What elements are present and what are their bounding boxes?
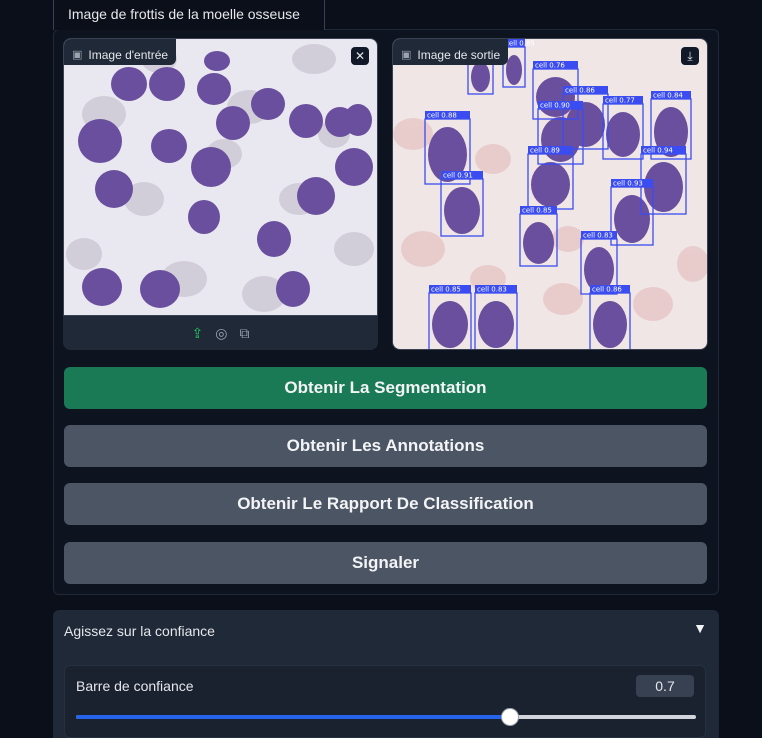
slider-track[interactable] xyxy=(76,708,696,726)
detection-label: cell 0.83 xyxy=(477,286,507,294)
detection-label: cell 0.86 xyxy=(592,286,622,294)
cell-nucleus xyxy=(506,55,522,85)
cell-nucleus xyxy=(444,187,480,234)
detection-label: cell 0.85 xyxy=(505,40,535,48)
upload-icon[interactable]: ⇪ xyxy=(192,325,204,342)
detection-label: cell 0.90 xyxy=(540,102,570,110)
detection-label: cell 0.83 xyxy=(583,232,613,240)
detection-label: cell 0.85 xyxy=(522,207,552,215)
detection-label: cell 0.94 xyxy=(643,147,673,155)
download-icon[interactable]: ⤓ xyxy=(681,47,699,65)
output-image-label-text: Image de sortie xyxy=(417,47,501,62)
cell-nucleus xyxy=(432,301,468,348)
detection-label: cell 0.77 xyxy=(605,97,635,105)
clipboard-icon[interactable]: ⧉ xyxy=(239,325,249,342)
cell-nucleus xyxy=(536,77,575,117)
output-image-picture: cell 0.85cell 0.92cell 0.76cell 0.86cell… xyxy=(393,39,707,349)
image-icon: ▣ xyxy=(72,49,83,61)
slider-thumb[interactable] xyxy=(501,708,519,726)
cell-nucleus xyxy=(541,117,580,162)
webcam-icon[interactable]: ◎ xyxy=(215,325,227,342)
cell-nucleus xyxy=(471,62,490,92)
input-image-picture xyxy=(64,39,377,319)
input-image-label: ▣ Image d'entrée xyxy=(64,39,177,65)
detection-label: cell 0.85 xyxy=(431,286,461,294)
detection-label: cell 0.89 xyxy=(530,147,560,155)
slider-label: Barre de confiance xyxy=(76,678,194,694)
segmentation-button[interactable]: Obtenir La Segmentation xyxy=(64,367,707,409)
detection-label: cell 0.93 xyxy=(613,180,643,188)
confidence-slider-box: Barre de confiance 0.7 xyxy=(64,665,706,738)
tab-label: Image de frottis de la moelle osseuse xyxy=(68,6,300,22)
annotations-button[interactable]: Obtenir Les Annotations xyxy=(64,425,707,467)
output-image-label: ▣ Image de sortie xyxy=(393,39,509,65)
classification-report-button[interactable]: Obtenir Le Rapport De Classification xyxy=(64,483,707,525)
output-image-box: ▣ Image de sortie ⤓ cell 0.85cell 0.92ce… xyxy=(392,38,708,350)
accordion-title[interactable]: Agissez sur la confiance xyxy=(64,623,215,639)
cell-nucleus xyxy=(614,195,650,243)
detection-label: cell 0.91 xyxy=(443,172,473,180)
detection-label: cell 0.76 xyxy=(535,62,565,70)
cell-nucleus xyxy=(523,222,554,264)
cell-nucleus xyxy=(531,162,570,207)
detection-label: cell 0.86 xyxy=(565,87,595,95)
confidence-accordion: Agissez sur la confiance ▼ Barre de conf… xyxy=(53,610,719,738)
close-icon[interactable]: ✕ xyxy=(351,47,369,65)
input-image-box[interactable]: ▣ Image d'entrée ✕ xyxy=(63,38,378,350)
input-source-toolbar: ⇪ ◎ ⧉ xyxy=(63,315,378,350)
detection-label: cell 0.84 xyxy=(653,92,683,100)
cell-nucleus xyxy=(606,112,640,157)
image-icon: ▣ xyxy=(401,49,412,61)
cell-nucleus xyxy=(478,301,514,348)
detection-label: cell 0.88 xyxy=(427,112,457,120)
flag-button[interactable]: Signaler xyxy=(64,542,707,584)
tab-image-frottis[interactable]: Image de frottis de la moelle osseuse xyxy=(53,0,325,30)
chevron-down-icon[interactable]: ▼ xyxy=(693,620,707,636)
input-image-label-text: Image d'entrée xyxy=(88,47,169,62)
slider-fill xyxy=(76,715,510,719)
slider-value-input[interactable]: 0.7 xyxy=(636,675,694,697)
cell-nucleus xyxy=(593,301,627,348)
